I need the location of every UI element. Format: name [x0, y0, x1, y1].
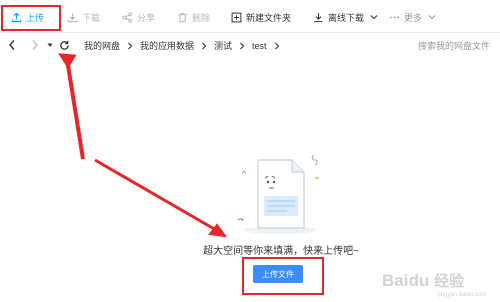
breadcrumb-item[interactable]: test: [252, 41, 267, 51]
upload-button[interactable]: 上传: [10, 8, 44, 26]
ellipsis-icon: [388, 11, 400, 23]
search-input[interactable]: 搜索我的网盘文件: [418, 39, 490, 52]
new-folder-label: 新建文件夹: [246, 12, 292, 23]
breadcrumb-item[interactable]: 我的应用数据: [140, 39, 194, 52]
empty-folder-illustration: [232, 150, 328, 236]
delete-label: 删除: [192, 12, 211, 23]
upload-file-button[interactable]: 上传文件: [253, 265, 303, 283]
download-label: 下载: [82, 12, 101, 23]
empty-state-message: 超大空间等你来填满，快来上传吧~: [203, 246, 359, 257]
chevron-right-icon: [126, 41, 134, 51]
delete-button[interactable]: 删除: [176, 8, 210, 26]
baidu-jingyan-watermark: Baidu 经验 jingyan.baidu.com: [380, 268, 498, 298]
chevron-right-icon: [238, 41, 246, 51]
offline-download-label: 离线下载: [328, 12, 365, 23]
refresh-icon[interactable]: [58, 38, 70, 52]
share-label: 分享: [137, 12, 156, 23]
back-icon[interactable]: [6, 38, 18, 52]
trash-icon: [176, 11, 188, 23]
share-icon: [121, 11, 133, 23]
upload-icon: [10, 11, 22, 23]
download-icon: [66, 11, 78, 23]
download-button[interactable]: 下载: [66, 8, 100, 26]
svg-text:Baidu: Baidu: [382, 271, 429, 290]
offline-download-button[interactable]: 离线下载: [312, 8, 380, 26]
new-folder-icon: [230, 11, 242, 23]
more-button[interactable]: 更多: [388, 8, 438, 26]
chevron-right-icon: [200, 41, 208, 51]
upload-label: 上传: [26, 12, 45, 23]
offline-download-icon: [312, 11, 324, 23]
chevron-down-icon: [368, 11, 380, 23]
chevron-right-icon: [273, 41, 281, 51]
svg-text:jingyan.baidu.com: jingyan.baidu.com: [437, 292, 486, 298]
breadcrumb-item[interactable]: 测试: [214, 39, 232, 52]
navigation-bar: 我的网盘 我的应用数据 测试 test 搜索我的网盘文件: [0, 34, 500, 56]
chevron-down-icon: [426, 11, 438, 23]
breadcrumb-item[interactable]: 我的网盘: [84, 39, 120, 52]
forward-icon[interactable]: [29, 38, 41, 52]
toolbar: 上传 下载 分享 删除 新建文件夹 离线下载 更多: [0, 0, 500, 33]
share-button[interactable]: 分享: [121, 8, 155, 26]
history-dropdown-icon[interactable]: [44, 38, 56, 52]
new-folder-button[interactable]: 新建文件夹: [230, 8, 291, 26]
breadcrumb: 我的网盘 我的应用数据 测试 test: [84, 39, 281, 52]
more-label: 更多: [404, 12, 423, 23]
svg-text:经验: 经验: [434, 272, 465, 290]
